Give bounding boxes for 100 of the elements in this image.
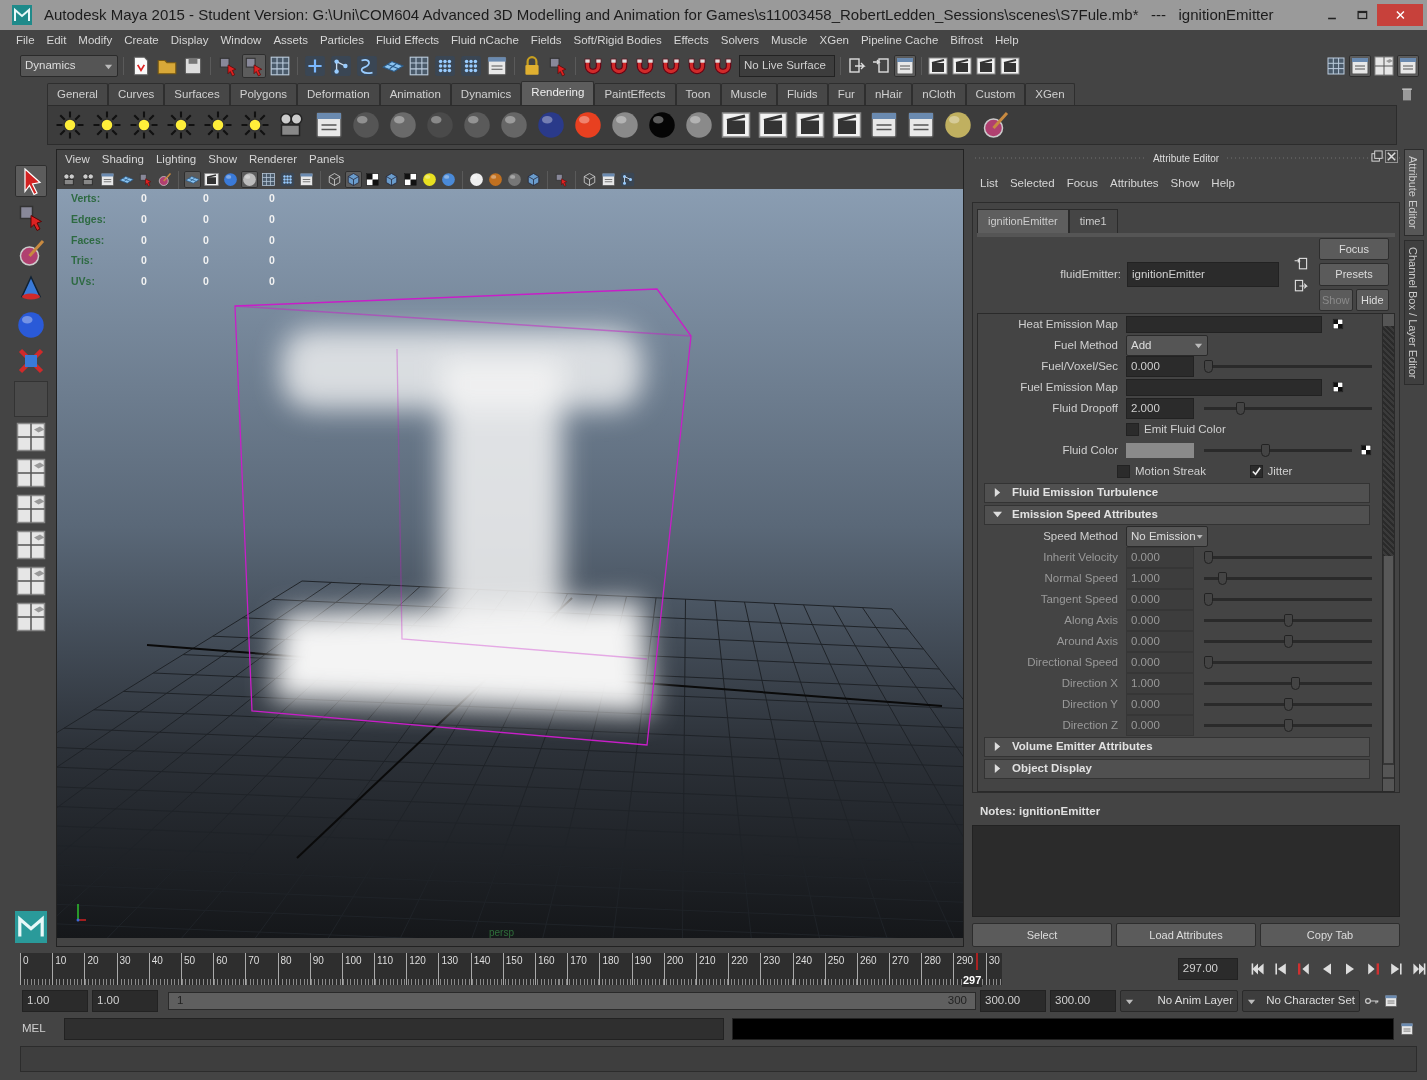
menu-item[interactable]: Focus [1060, 175, 1104, 193]
panel-icon[interactable] [601, 172, 616, 187]
shelf-tab[interactable]: General [47, 82, 108, 105]
layout-icon[interactable] [16, 602, 46, 632]
plus-icon[interactable] [304, 55, 326, 77]
menu-item[interactable]: Renderer [243, 151, 303, 169]
menu-item[interactable]: Attributes [1104, 175, 1165, 193]
sun-icon[interactable] [166, 110, 196, 140]
menu-item[interactable]: Show [1164, 175, 1206, 193]
cube-icon[interactable] [526, 172, 541, 187]
button[interactable]: Hide [1355, 288, 1389, 312]
sphere-icon[interactable] [488, 172, 503, 187]
menu-item[interactable]: Particles [313, 32, 370, 50]
clapperboard-icon[interactable] [1000, 56, 1020, 76]
shelf-tab[interactable]: Muscle [720, 82, 777, 105]
scrollbar[interactable] [1382, 313, 1394, 792]
menu-item[interactable]: Shading [95, 151, 150, 169]
sun-icon[interactable] [55, 110, 85, 140]
menu-item[interactable]: Lighting [149, 151, 203, 169]
menu-item[interactable]: Bifrost [944, 32, 989, 50]
app-logo[interactable] [15, 911, 47, 943]
grid-icon[interactable] [1326, 56, 1346, 76]
time-slider[interactable]: 0 10 20 30 40 50 60 70 80 90 100 110 120 130 140 150 160 170 180 190 200 210 220 230 240 250 260 270 280 290 30 297 [20, 953, 1002, 985]
grid-icon[interactable] [269, 55, 291, 77]
panel-icon[interactable] [100, 172, 115, 187]
clapperboard-icon[interactable] [952, 56, 972, 76]
menu-item[interactable]: List [974, 175, 1004, 193]
menu-item[interactable]: Show [202, 151, 243, 169]
shelf-tab[interactable]: Fur [827, 82, 865, 105]
sphere-icon[interactable] [223, 172, 238, 187]
layout-icon[interactable] [16, 458, 46, 488]
sun-icon[interactable] [92, 110, 122, 140]
node-tab[interactable]: ignitionEmitter [977, 209, 1069, 233]
checker-icon[interactable] [365, 172, 380, 187]
notes-field[interactable] [972, 824, 1400, 917]
sphere-icon[interactable] [573, 110, 603, 140]
menu-item[interactable]: Pipeline Cache [854, 32, 945, 50]
clapperboard-icon[interactable] [204, 172, 219, 187]
menu-item[interactable]: Create [118, 32, 165, 50]
panel-icon[interactable] [299, 172, 314, 187]
section-header[interactable]: Object Display [984, 758, 1370, 779]
slider-thumb[interactable] [1261, 443, 1270, 457]
menu-set-dropdown[interactable]: Dynamics [20, 55, 118, 77]
checker-icon[interactable] [1332, 318, 1344, 331]
sphere-icon[interactable] [242, 172, 257, 187]
menu-item[interactable]: Edit [40, 32, 73, 50]
map-field[interactable] [1126, 315, 1322, 333]
playback-start-field[interactable]: 1.00 [92, 990, 158, 1012]
panel-icon[interactable] [1384, 994, 1398, 1008]
checker-icon[interactable] [1332, 381, 1344, 394]
sun-icon[interactable] [129, 110, 159, 140]
camera-icon[interactable] [81, 172, 96, 187]
dropdown[interactable]: No Emission [1126, 525, 1208, 547]
start-time-field[interactable]: 1.00 [22, 990, 88, 1012]
checker-icon[interactable] [1360, 444, 1372, 457]
layout-icon[interactable] [16, 530, 46, 560]
step-back-icon[interactable] [1273, 961, 1289, 977]
checkbox[interactable] [1126, 422, 1139, 436]
panel-icon[interactable] [1398, 56, 1418, 76]
playback-end-field[interactable]: 300.00 [980, 990, 1046, 1012]
shelf-tab[interactable]: Surfaces [164, 82, 230, 105]
menu-item[interactable]: Selected [1003, 175, 1061, 193]
menu-item[interactable]: Window [214, 32, 268, 50]
menu-item[interactable]: Effects [667, 32, 715, 50]
clapperboard-icon[interactable] [928, 56, 948, 76]
arrow-box-icon[interactable] [847, 56, 867, 76]
number-field[interactable]: 0.000 [1126, 355, 1194, 377]
layout-icon[interactable] [16, 566, 46, 596]
trash-icon[interactable] [1399, 86, 1415, 102]
clapperboard-icon[interactable] [832, 110, 862, 140]
shelf-tab[interactable]: Fluids [776, 82, 828, 105]
float-icon[interactable] [1371, 150, 1384, 163]
menu-item[interactable]: Assets [267, 32, 314, 50]
checkbox[interactable] [1117, 464, 1131, 478]
section-header[interactable]: Fluid Emission Turbulence [984, 482, 1370, 503]
character-set-dropdown[interactable]: No Character Set [1242, 990, 1360, 1012]
cursor-icon[interactable] [243, 55, 265, 77]
checker-icon[interactable] [403, 172, 418, 187]
slider-thumb[interactable] [1204, 359, 1213, 373]
shelf-tab[interactable]: Animation [379, 82, 451, 105]
sphere-icon[interactable] [684, 110, 714, 140]
key-back-icon[interactable] [1296, 961, 1312, 977]
panel-icon[interactable] [869, 110, 899, 140]
grid-icon[interactable] [408, 55, 430, 77]
current-frame-field[interactable]: 297.00 [1177, 958, 1238, 980]
button[interactable]: Presets [1319, 263, 1389, 286]
arrow-box-icon[interactable] [1293, 255, 1309, 272]
menu-item[interactable]: Soft/Rigid Bodies [567, 32, 668, 50]
cursor-icon[interactable] [138, 172, 153, 187]
section-header[interactable]: Volume Emitter Attributes [984, 736, 1370, 757]
shelf-tab[interactable]: Dynamics [450, 82, 522, 105]
shelf-tab[interactable]: Toon [675, 82, 721, 105]
shelf-tab[interactable]: Custom [965, 82, 1026, 105]
menu-item[interactable]: Solvers [714, 32, 766, 50]
button[interactable]: Select [972, 922, 1112, 947]
key-forward-icon[interactable] [1365, 961, 1381, 977]
menu-item[interactable]: Muscle [765, 32, 814, 50]
panel-icon[interactable] [314, 110, 344, 140]
command-input[interactable] [64, 1018, 724, 1040]
shelf-tab[interactable]: Curves [107, 82, 165, 105]
